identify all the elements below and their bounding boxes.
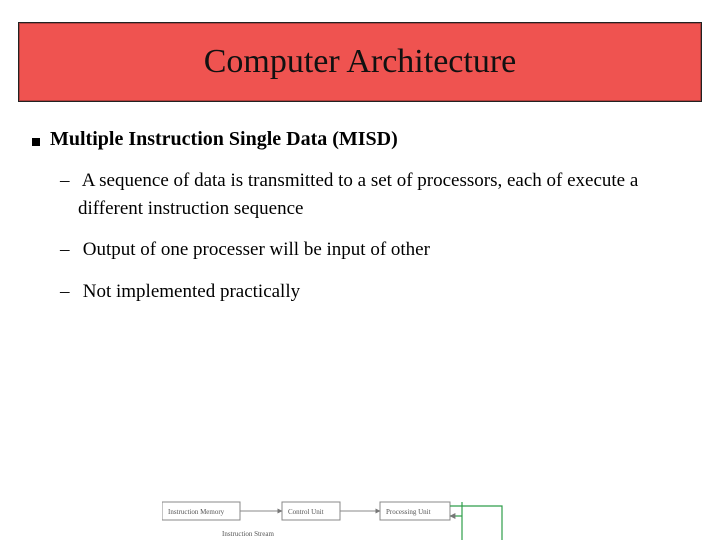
title-bar: Computer Architecture — [18, 22, 702, 102]
slide: Computer Architecture Multiple Instructi… — [0, 0, 720, 540]
diagram-svg: .bx { fill:#fff; stroke:#888; stroke-wid… — [162, 496, 642, 540]
svg-text:Processing Unit: Processing Unit — [386, 508, 431, 516]
svg-text:Instruction Memory: Instruction Memory — [168, 508, 225, 516]
square-bullet-icon — [32, 138, 40, 146]
sub-bullet-text: Output of one processer will be input of… — [83, 239, 430, 260]
sub-bullet: – Output of one processer will be input … — [78, 236, 688, 264]
sub-bullet: – Not implemented practically — [78, 278, 688, 306]
dash-icon: – — [60, 236, 78, 264]
misd-diagram: .bx { fill:#fff; stroke:#888; stroke-wid… — [162, 496, 642, 540]
sub-bullets: – A sequence of data is transmitted to a… — [32, 167, 688, 305]
svg-text:Control Unit: Control Unit — [288, 508, 324, 516]
dash-icon: – — [60, 278, 78, 306]
heading-text: Multiple Instruction Single Data (MISD) — [50, 128, 398, 151]
sub-bullet: – A sequence of data is transmitted to a… — [78, 167, 688, 222]
slide-title: Computer Architecture — [204, 43, 517, 81]
heading-bullet: Multiple Instruction Single Data (MISD) — [32, 128, 688, 151]
slide-body: Multiple Instruction Single Data (MISD) … — [32, 128, 688, 319]
sub-bullet-text: A sequence of data is transmitted to a s… — [78, 170, 638, 219]
sub-bullet-text: Not implemented practically — [83, 281, 300, 302]
dash-icon: – — [60, 167, 78, 195]
svg-text:Instruction Stream: Instruction Stream — [222, 530, 274, 538]
